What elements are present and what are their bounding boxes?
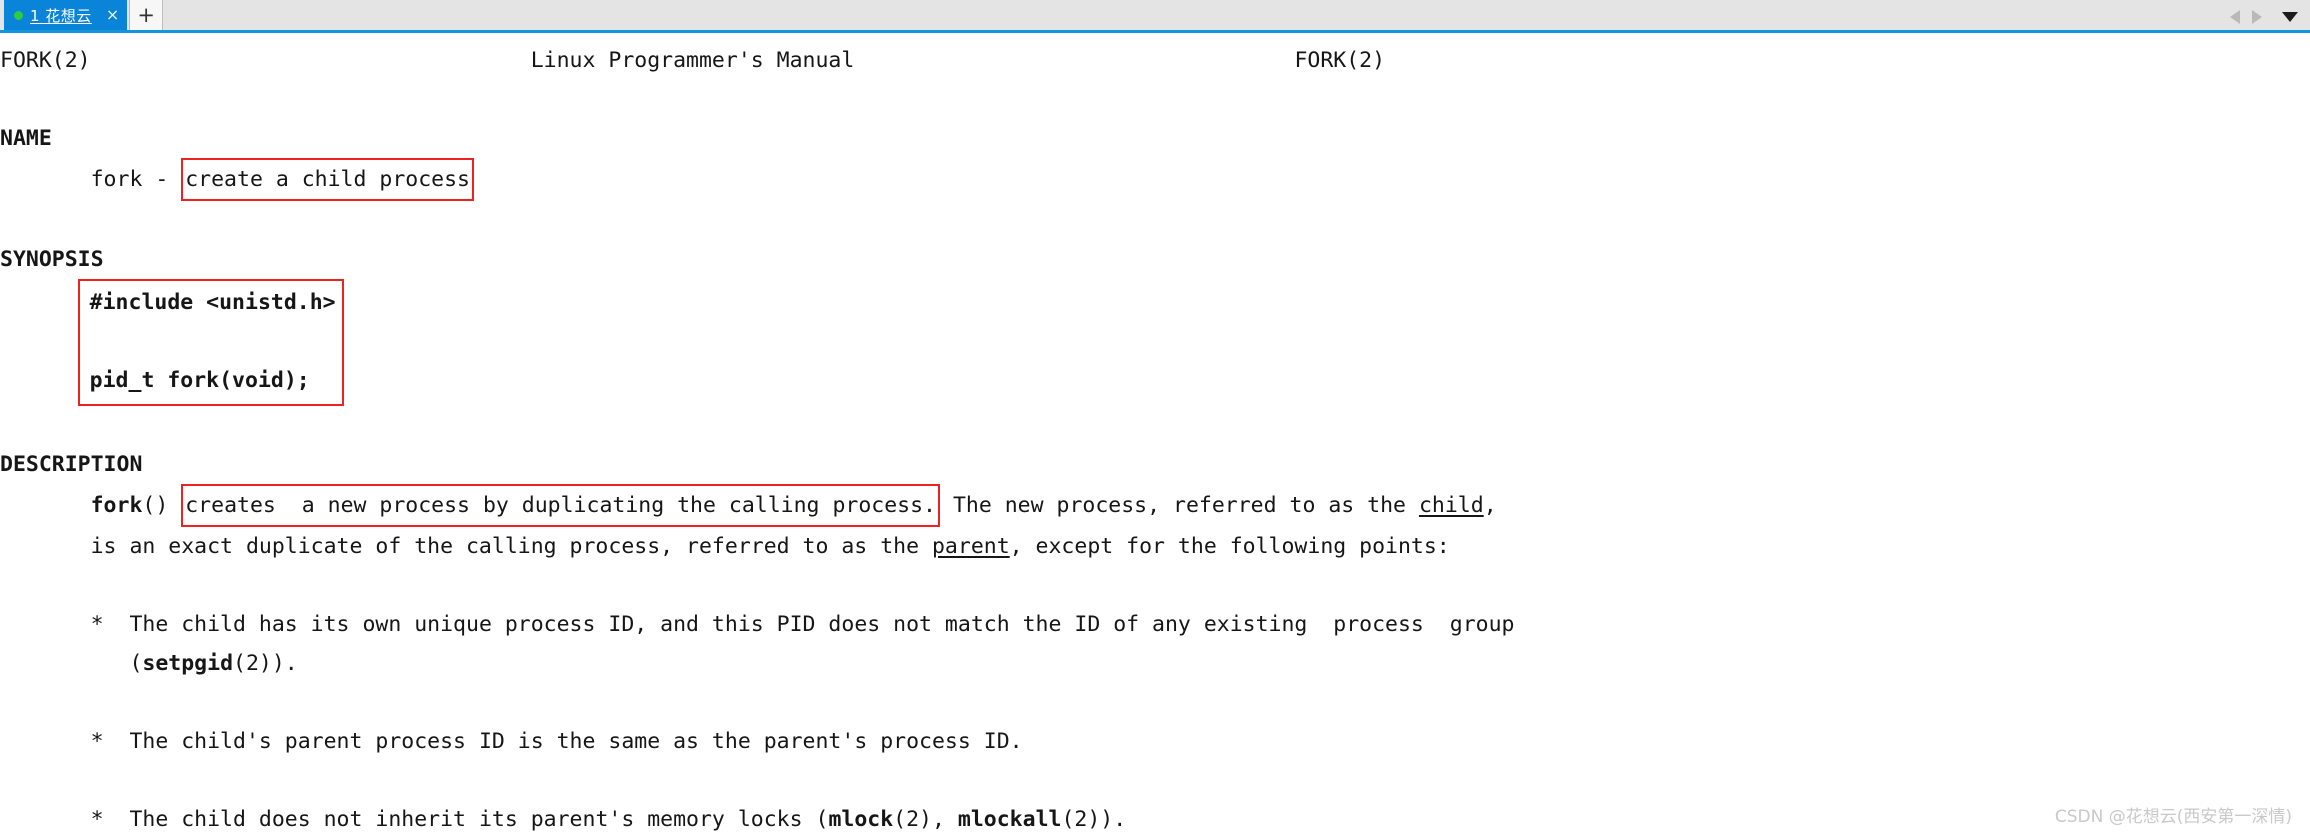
annotation-box-description: creates a new process by duplicating the… [181, 484, 940, 527]
description-function-parens: () [142, 493, 169, 518]
description-line2-b: , except for the following points: [1009, 534, 1450, 559]
func-ref-mlockall: mlockall [957, 807, 1062, 832]
man-page-content: FORK(2) Linux Programmer's Manual FORK(2… [0, 33, 2310, 835]
man-header-left: FORK(2) [0, 48, 91, 73]
new-tab-button[interactable]: + [129, 0, 164, 30]
tab-title: 1 花想云 [30, 6, 92, 25]
man-page-viewport: FORK(2) Linux Programmer's Manual FORK(2… [0, 33, 2310, 835]
synopsis-include-line: #include <unistd.h> [89, 290, 336, 315]
bullet-marker: * [90, 612, 104, 637]
bullet-marker: * [90, 807, 104, 832]
section-heading-name: NAME [0, 126, 52, 151]
tab-bar-controls [2230, 10, 2310, 30]
close-icon[interactable]: × [106, 7, 119, 23]
bullet-text-2: The child's parent process ID is the sam… [129, 729, 1023, 754]
term-parent: parent [931, 534, 1010, 559]
term-child: child [1418, 493, 1484, 518]
annotation-box-name: create a child process [181, 158, 474, 201]
man-header-center: Linux Programmer's Manual [530, 48, 855, 73]
bullet-text-3-a: The child does not inherit its parent's … [129, 807, 829, 832]
func-ref-setpgid: setpgid [142, 651, 234, 676]
bullet-text-1-cont-post: (2)). [233, 651, 298, 676]
section-heading-description: DESCRIPTION [0, 452, 143, 477]
bullet-text-3-c: (2)). [1061, 807, 1127, 832]
description-line2-a: is an exact duplicate of the calling pro… [90, 534, 932, 559]
description-after-box-1: The new process, referred to as the [952, 493, 1419, 518]
triangle-left-icon[interactable] [2230, 10, 2240, 24]
browser-tab-bar: 1 花想云 × + [0, 0, 2310, 33]
bullet-text-1: The child has its own unique process ID,… [129, 612, 1515, 637]
tab-status-dot-icon [14, 10, 23, 20]
description-function-name: fork [90, 493, 143, 518]
bullet-marker: * [90, 729, 104, 754]
synopsis-prototype-line: pid_t fork(void); [89, 368, 310, 393]
func-ref-mlock: mlock [828, 807, 894, 832]
man-header-right: FORK(2) [1294, 48, 1386, 73]
bullet-text-3-b: (2), [893, 807, 958, 832]
watermark: CSDN @花想云(西安第一深情) [2054, 807, 2292, 827]
annotation-box-synopsis: #include <unistd.h> pid_t fork(void); [77, 279, 344, 406]
triangle-right-icon[interactable] [2252, 10, 2262, 24]
name-command: fork - [90, 167, 182, 192]
bullet-text-1-cont-pre: ( [129, 651, 143, 676]
tab-active[interactable]: 1 花想云 × [4, 0, 128, 30]
description-after-box-2: , [1483, 493, 1497, 518]
section-heading-synopsis: SYNOPSIS [0, 247, 104, 272]
triangle-down-icon[interactable] [2282, 12, 2298, 22]
